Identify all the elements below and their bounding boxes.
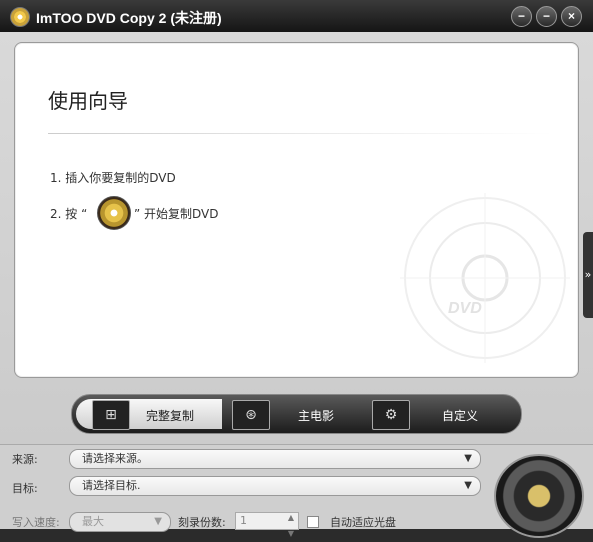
stepper-arrows-icon[interactable]: ▲ ▼	[288, 510, 294, 542]
wizard-step-2-prefix: 2. 按 “	[50, 207, 88, 221]
mode-main-movie-label: 主电影	[298, 409, 335, 423]
title-bar: ImTOO DVD Copy 2 (未注册) − − ×	[0, 0, 593, 32]
mode-main-movie[interactable]: ⊛ 主电影	[222, 399, 372, 430]
maximize-button[interactable]: −	[536, 6, 557, 27]
target-select[interactable]: 请选择目标. ▼	[69, 476, 481, 496]
chevron-down-icon: ▼	[464, 453, 472, 464]
dvd-watermark-icon: DVD	[400, 193, 570, 363]
source-select[interactable]: 请选择来源。 ▼	[69, 449, 481, 469]
target-value: 请选择目标.	[82, 479, 141, 492]
window-title: ImTOO DVD Copy 2 (未注册)	[36, 10, 222, 26]
minimize-button[interactable]: −	[511, 6, 532, 27]
mode-custom-label: 自定义	[442, 409, 479, 423]
custom-tools-icon: ⚙	[372, 400, 410, 430]
full-copy-icon: ⊞	[92, 400, 130, 430]
mode-full-copy[interactable]: ⊞ 完整复制	[76, 399, 222, 430]
wizard-panel: 使用向导 1. 插入你要复制的DVD 2. 按 “ ” 开始复制DVD DVD	[14, 42, 579, 378]
source-value: 请选择来源。	[82, 452, 148, 465]
film-reel-icon: ⊛	[232, 400, 270, 430]
source-label: 来源:	[12, 453, 38, 466]
wizard-heading: 使用向导	[48, 89, 128, 113]
wizard-step-2-suffix: ” 开始复制DVD	[134, 207, 219, 221]
copy-mode-bar: ⊞ 完整复制 ⊛ 主电影 ⚙ 自定义	[71, 394, 522, 434]
mode-full-copy-label: 完整复制	[146, 409, 195, 423]
start-copy-button[interactable]	[494, 454, 584, 538]
wizard-step-1: 1. 插入你要复制的DVD	[50, 171, 176, 185]
disc-copy-icon	[97, 196, 131, 230]
autofit-checkbox[interactable]	[307, 516, 319, 528]
chevron-down-icon: ▼	[464, 480, 472, 491]
divider	[48, 133, 553, 134]
copies-value: 1	[240, 514, 247, 527]
app-logo-icon	[10, 7, 30, 27]
copies-stepper[interactable]: 1 ▲ ▼	[235, 512, 299, 538]
write-speed-value: 最大	[82, 515, 104, 528]
watermark-text: DVD	[448, 300, 482, 317]
write-speed-select[interactable]: 最大 ▼	[69, 512, 171, 532]
mode-custom[interactable]: ⚙ 自定义	[372, 399, 517, 430]
close-button[interactable]: ×	[561, 6, 582, 27]
chevron-down-icon: ▼	[154, 516, 162, 527]
target-label: 目标:	[12, 482, 38, 495]
expand-panel-tab[interactable]: »	[583, 232, 593, 318]
